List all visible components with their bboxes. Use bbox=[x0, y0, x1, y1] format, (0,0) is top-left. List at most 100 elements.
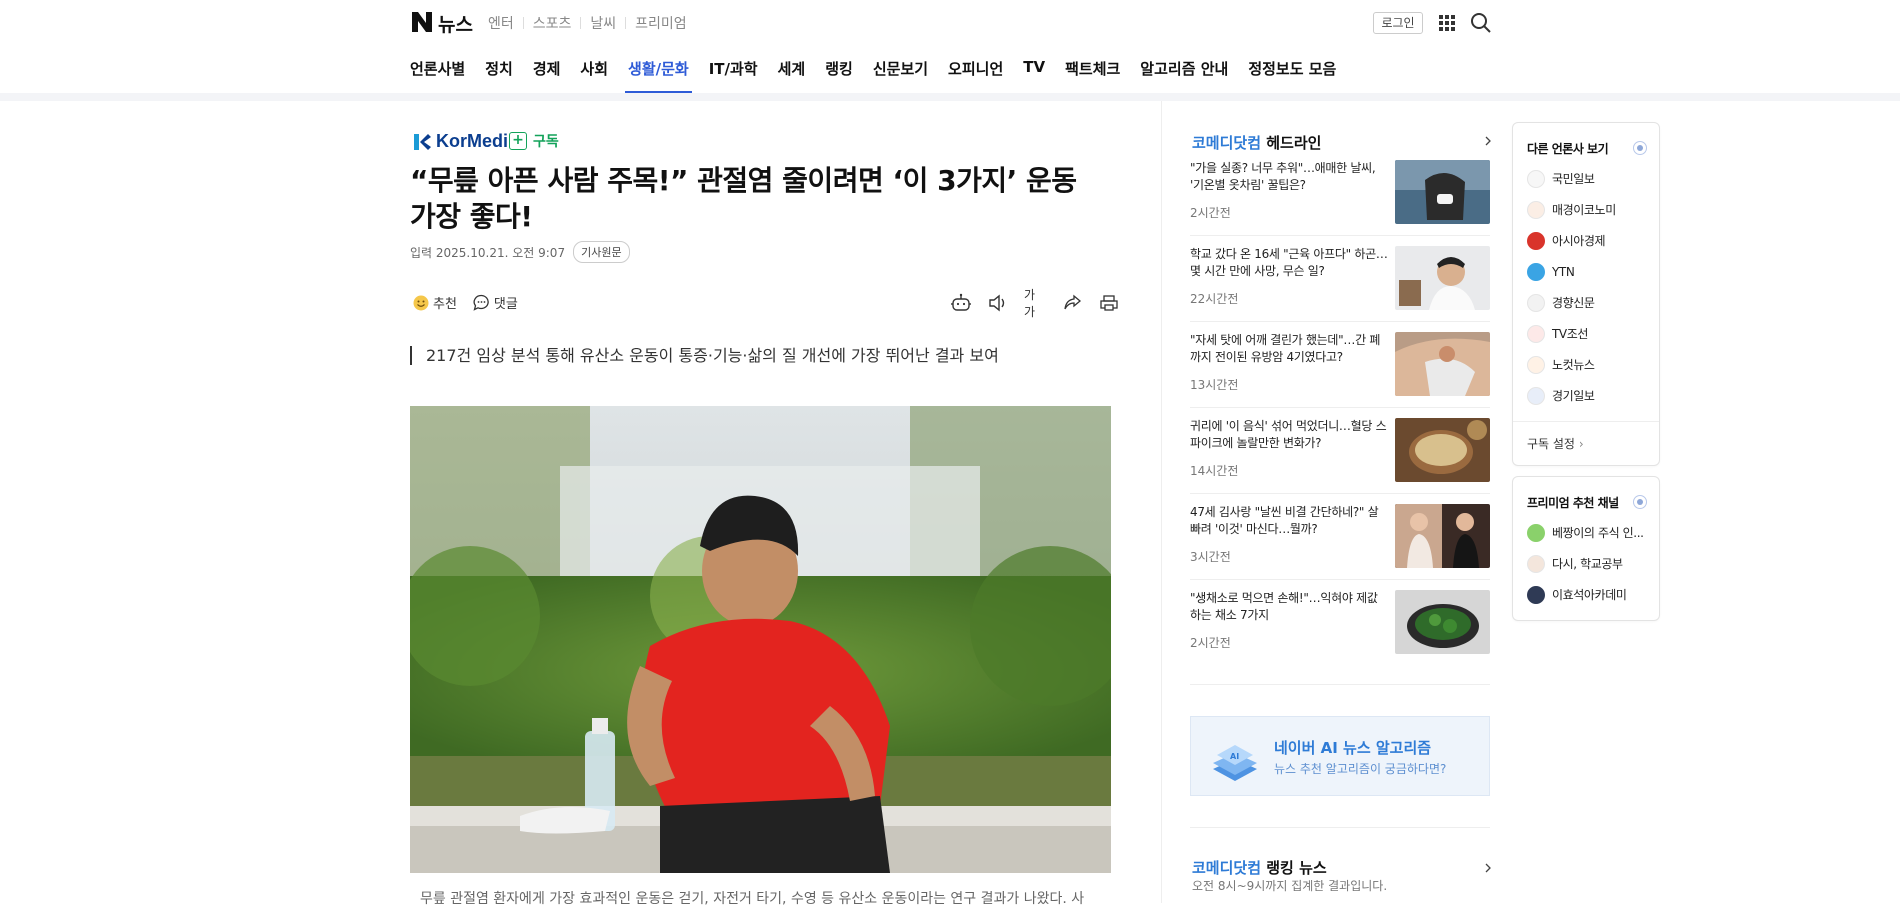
subscribe-label: 구독 bbox=[533, 134, 559, 150]
headline-item-text[interactable]: "생채소로 먹으면 손해!"…익혀야 제값 하는 채소 7가지 bbox=[1190, 590, 1390, 624]
divider bbox=[1190, 684, 1490, 685]
headline-item-time: 14시간전 bbox=[1190, 464, 1239, 478]
nav-item-society[interactable]: 사회 bbox=[580, 58, 608, 93]
press-item[interactable]: 노컷뉴스 bbox=[1527, 349, 1616, 380]
share-icon[interactable] bbox=[1061, 292, 1083, 314]
apps-grid-icon[interactable] bbox=[1439, 15, 1455, 31]
other-press-list: 국민일보 매경이코노미 아시아경제 YTN 경향신문 TV조선 노컷뉴스 경기일… bbox=[1527, 163, 1616, 411]
top-link-premium[interactable]: 프리미엄 bbox=[635, 13, 687, 33]
chevron-right-icon[interactable] bbox=[1483, 863, 1493, 873]
nav-item-world[interactable]: 세계 bbox=[778, 58, 806, 93]
headline-thumbnail[interactable] bbox=[1395, 160, 1490, 224]
headline-item-text[interactable]: "가을 실종? 너무 추워"…애매한 날씨, '기온별 옷차림' 꿀팁은? bbox=[1190, 160, 1390, 194]
nav-item-ranking[interactable]: 랭킹 bbox=[825, 58, 853, 93]
press-item[interactable]: YTN bbox=[1527, 256, 1616, 287]
nav-item-algorithm[interactable]: 알고리즘 안내 bbox=[1140, 58, 1228, 93]
ranking-section-title[interactable]: 코메디닷컴 랭킹 뉴스 bbox=[1192, 857, 1327, 878]
ai-banner-title: 네이버 AI 뉴스 알고리즘 bbox=[1274, 739, 1432, 757]
headline-item[interactable]: "생채소로 먹으면 손해!"…익혀야 제값 하는 채소 7가지 2시간전 bbox=[1190, 590, 1490, 654]
nav-item-opinion[interactable]: 오피니언 bbox=[948, 58, 1003, 93]
divider bbox=[522, 17, 524, 29]
premium-item[interactable]: 다시, 학교공부 bbox=[1527, 548, 1644, 579]
nav-item-life-culture[interactable]: 생활/문화 bbox=[625, 58, 692, 93]
press-item[interactable]: 경향신문 bbox=[1527, 287, 1616, 318]
nav-item-corrections[interactable]: 정정보도 모음 bbox=[1248, 58, 1336, 93]
headline-thumbnail[interactable] bbox=[1395, 504, 1490, 568]
subscribe-button[interactable]: + 구독 bbox=[509, 131, 559, 151]
top-link-entertain[interactable]: 엔터 bbox=[488, 13, 514, 33]
headline-item[interactable]: "자세 탓에 어깨 결린가 했는데"…간 폐까지 전이된 유방암 4기였다고? … bbox=[1190, 332, 1490, 396]
headline-title: 헤드라인 bbox=[1266, 134, 1322, 152]
global-header: 뉴스 엔터 스포츠 날씨 프리미엄 로그인 언론사별 정치 경제 사회 생활/문… bbox=[0, 0, 1900, 94]
login-button[interactable]: 로그인 bbox=[1373, 12, 1423, 34]
headline-item-text[interactable]: 귀리에 '이 음식' 섞어 먹었더니…혈당 스파이크에 놀랄만한 변화가? bbox=[1190, 418, 1390, 452]
press-logo-icon bbox=[1527, 169, 1545, 188]
refresh-icon[interactable] bbox=[1633, 141, 1647, 155]
subscribe-setting-link[interactable]: 구독 설정 › bbox=[1527, 435, 1584, 452]
headline-item-text[interactable]: 47세 김사랑 "날씬 비결 간단하네?" 살 빠려 '이것' 마신다…뭘까? bbox=[1190, 504, 1390, 538]
comment-button[interactable]: 댓글 bbox=[473, 293, 518, 312]
divider bbox=[1190, 827, 1490, 828]
premium-item[interactable]: 이효석아카데미 bbox=[1527, 579, 1644, 610]
press-logo-icon bbox=[1527, 386, 1545, 405]
original-article-button[interactable]: 기사원문 bbox=[573, 241, 630, 263]
divider bbox=[1190, 493, 1490, 494]
headline-thumbnail[interactable] bbox=[1395, 332, 1490, 396]
nav-item-it-science[interactable]: IT/과학 bbox=[709, 58, 758, 93]
nav-item-politics[interactable]: 정치 bbox=[485, 58, 513, 93]
press-logo[interactable]: KorMedi bbox=[412, 131, 508, 152]
nav-item-press[interactable]: 언론사별 bbox=[410, 58, 465, 93]
nav-item-economy[interactable]: 경제 bbox=[533, 58, 561, 93]
print-icon[interactable] bbox=[1098, 292, 1120, 314]
headline-thumbnail[interactable] bbox=[1395, 246, 1490, 310]
headline-item[interactable]: "가을 실종? 너무 추워"…애매한 날씨, '기온별 옷차림' 꿀팁은? 2시… bbox=[1190, 160, 1490, 224]
search-icon[interactable] bbox=[1470, 12, 1492, 34]
headline-section-title[interactable]: 코메디닷컴 헤드라인 bbox=[1192, 132, 1321, 153]
divider bbox=[1190, 321, 1490, 322]
press-item[interactable]: 국민일보 bbox=[1527, 163, 1616, 194]
headline-brand: 코메디닷컴 bbox=[1192, 134, 1262, 152]
nav-item-newspaper[interactable]: 신문보기 bbox=[873, 58, 928, 93]
headline-item[interactable]: 학교 갔다 온 16세 "근육 아프다" 하곤…몇 시간 만에 사망, 무슨 일… bbox=[1190, 246, 1490, 310]
header-shadow-band bbox=[0, 93, 1900, 101]
top-links: 엔터 스포츠 날씨 프리미엄 bbox=[488, 13, 687, 33]
headline-item-text[interactable]: "자세 탓에 어깨 결린가 했는데"…간 폐까지 전이된 유방암 4기였다고? bbox=[1190, 332, 1390, 366]
headline-item[interactable]: 귀리에 '이 음식' 섞어 먹었더니…혈당 스파이크에 놀랄만한 변화가? 14… bbox=[1190, 418, 1490, 482]
nav-item-factcheck[interactable]: 팩트체크 bbox=[1065, 58, 1120, 93]
refresh-icon[interactable] bbox=[1633, 495, 1647, 509]
headline-item-text[interactable]: 학교 갔다 온 16세 "근육 아프다" 하곤…몇 시간 만에 사망, 무슨 일… bbox=[1190, 246, 1390, 280]
premium-item[interactable]: 베짱이의 주식 인... bbox=[1527, 517, 1644, 548]
press-item[interactable]: TV조선 bbox=[1527, 318, 1616, 349]
other-press-box: 다른 언론사 보기 국민일보 매경이코노미 아시아경제 YTN 경향신문 TV조… bbox=[1512, 122, 1660, 466]
kormedi-mark-icon bbox=[414, 133, 431, 150]
summary-bot-icon[interactable] bbox=[950, 292, 972, 314]
press-logo-icon bbox=[1527, 293, 1545, 312]
premium-title: 프리미엄 추천 채널 bbox=[1527, 496, 1619, 510]
font-size-button[interactable]: 가가 bbox=[1024, 288, 1046, 319]
article-summary: 217건 임상 분석 통해 유산소 운동이 통증·기능·삶의 질 개선에 가장 … bbox=[410, 346, 999, 365]
recommend-button[interactable]: 추천 bbox=[413, 293, 457, 312]
nav-item-tv[interactable]: TV bbox=[1023, 58, 1045, 93]
comment-label: 댓글 bbox=[493, 297, 518, 312]
divider bbox=[1190, 407, 1490, 408]
headline-thumbnail[interactable] bbox=[1395, 418, 1490, 482]
top-link-weather[interactable]: 날씨 bbox=[590, 13, 616, 33]
article-photo bbox=[410, 406, 1111, 873]
plus-icon: + bbox=[509, 132, 527, 150]
chevron-right-icon[interactable] bbox=[1483, 136, 1493, 146]
naver-n-logo-icon[interactable] bbox=[410, 10, 434, 34]
press-item[interactable]: 매경이코노미 bbox=[1527, 194, 1616, 225]
headline-item[interactable]: 47세 김사랑 "날씬 비결 간단하네?" 살 빠려 '이것' 마신다…뭘까? … bbox=[1190, 504, 1490, 568]
speaker-icon[interactable] bbox=[987, 292, 1009, 314]
headline-item-time: 13시간전 bbox=[1190, 378, 1239, 392]
ai-algorithm-banner[interactable]: AI 네이버 AI 뉴스 알고리즘 뉴스 추천 알고리즘이 궁금하다면? bbox=[1190, 716, 1490, 796]
news-logo-text[interactable]: 뉴스 bbox=[438, 10, 473, 37]
runner-knee-pain-image bbox=[410, 406, 1111, 873]
headline-thumbnail[interactable] bbox=[1395, 590, 1490, 654]
press-item[interactable]: 아시아경제 bbox=[1527, 225, 1616, 256]
top-link-sports[interactable]: 스포츠 bbox=[533, 13, 572, 33]
photo-caption: 무릎 관절염 환자에게 가장 효과적인 운동은 걷기, 자전거 타기, 수영 등… bbox=[420, 891, 1085, 907]
ranking-subtitle: 오전 8시~9시까지 집계한 결과입니다. bbox=[1192, 879, 1388, 893]
press-item[interactable]: 경기일보 bbox=[1527, 380, 1616, 411]
recommend-label: 추천 bbox=[433, 297, 457, 312]
